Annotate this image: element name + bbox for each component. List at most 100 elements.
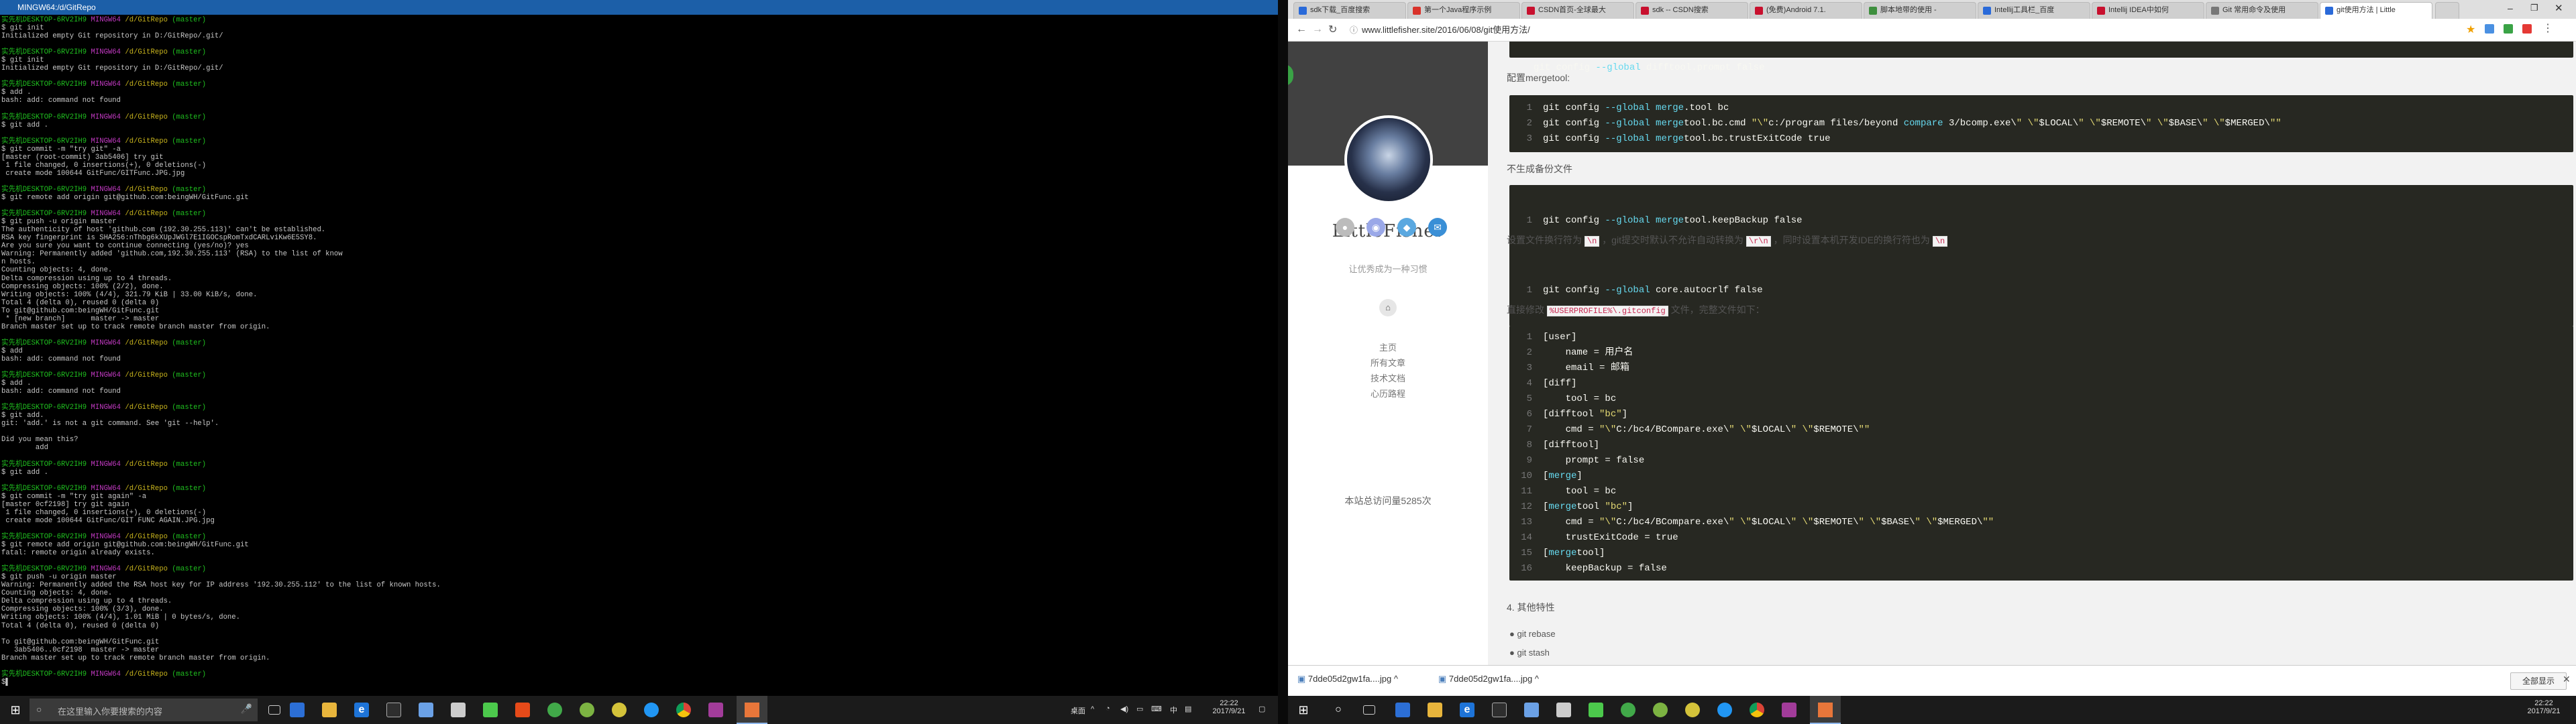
- app-icon-2b[interactable]: [1524, 703, 1539, 717]
- avatar[interactable]: [1344, 115, 1433, 204]
- network-icon[interactable]: ◔: [1106, 705, 1110, 713]
- app-icon-6[interactable]: [580, 703, 594, 717]
- browser-tab[interactable]: sdk下载_百度搜索: [1293, 2, 1406, 19]
- app-tray-icon[interactable]: ▤: [1185, 705, 1191, 713]
- chrome-icon[interactable]: [676, 703, 691, 717]
- edge-icon[interactable]: e: [354, 703, 369, 717]
- app-icon-2[interactable]: [419, 703, 433, 717]
- file-explorer-icon[interactable]: [322, 703, 337, 717]
- sidebar-link[interactable]: 所有文章: [1288, 356, 1488, 369]
- volume-icon[interactable]: ◀): [1120, 705, 1128, 713]
- download-item[interactable]: ▣ 7dde05d2gw1fa....jpg ^: [1297, 674, 1398, 684]
- mail-icon[interactable]: [451, 703, 466, 717]
- browser-tab[interactable]: (免费)Android 7.1.: [1750, 2, 1862, 19]
- git-bash-task[interactable]: [737, 696, 767, 724]
- battery-icon[interactable]: ▭: [1136, 705, 1143, 713]
- browser-tab[interactable]: 脚本地带的使用 -: [1864, 2, 1976, 19]
- app-icon-8b[interactable]: [1717, 703, 1732, 717]
- browser-tab[interactable]: 第一个Java程序示例: [1407, 2, 1520, 19]
- browser-tab[interactable]: git使用方法 | Little: [2320, 2, 2432, 19]
- app-icon-7b[interactable]: [1685, 703, 1700, 717]
- app-icon-1b[interactable]: [1395, 703, 1410, 717]
- close-icon[interactable]: ✕: [2555, 2, 2563, 14]
- forward-icon[interactable]: →: [1312, 23, 1323, 36]
- close-download-bar-icon[interactable]: ✕: [2563, 674, 2571, 685]
- terminal-window[interactable]: MINGW64:/d/GitRepo 实先机DESKTOP-6RV2IH9 MI…: [0, 0, 1278, 696]
- url-field[interactable]: ⓘ www.littlefisher.site/2016/06/08/git使用…: [1346, 21, 2459, 39]
- terminal-title-bar[interactable]: MINGW64:/d/GitRepo: [0, 0, 1278, 15]
- terminal-line: bash: add: command not found: [1, 387, 1276, 396]
- microphone-icon[interactable]: 🎤: [241, 703, 252, 715]
- app-icon-3b[interactable]: [1589, 703, 1603, 717]
- terminal-output[interactable]: 实先机DESKTOP-6RV2IH9 MINGW64 /d/GitRepo (m…: [1, 16, 1276, 695]
- email-icon[interactable]: ✉: [1428, 218, 1447, 237]
- sidebar-link[interactable]: 心历路程: [1288, 387, 1488, 400]
- back-icon[interactable]: ←: [1296, 23, 1307, 36]
- site-name[interactable]: LittleFisher: [1288, 221, 1488, 241]
- code-token: tool = bc: [1543, 394, 1617, 404]
- app-icon-4[interactable]: [515, 703, 530, 717]
- sidebar-link[interactable]: 主页: [1288, 341, 1488, 353]
- download-item[interactable]: ▣ 7dde05d2gw1fa....jpg ^: [1438, 674, 1539, 684]
- app-icon-5b[interactable]: [1621, 703, 1635, 717]
- code-line: 6 [difftool "bc"]: [1509, 407, 2573, 422]
- browser-tab[interactable]: Git 常用命令及使用: [2206, 2, 2318, 19]
- browser-tab[interactable]: Intellij工具栏_百度: [1978, 2, 2090, 19]
- app-icon-6b[interactable]: [1653, 703, 1668, 717]
- terminal-text: (master): [172, 48, 207, 57]
- tray-arrow-icon[interactable]: ^: [1091, 705, 1094, 713]
- maximize-icon[interactable]: ❐: [2530, 3, 2538, 13]
- minimize-icon[interactable]: –: [2508, 3, 2513, 13]
- app-icon-9[interactable]: [708, 703, 723, 717]
- notification-icon[interactable]: ▢: [1258, 705, 1265, 713]
- show-all-downloads-button[interactable]: 全部显示: [2510, 672, 2567, 690]
- menu-icon[interactable]: ⋮: [2542, 21, 2553, 35]
- app-icon-8[interactable]: [644, 703, 659, 717]
- clock-2[interactable]: 22:22 2017/9/21: [2522, 699, 2565, 715]
- ime-indicator[interactable]: 中: [1170, 705, 1177, 715]
- chevron-up-icon[interactable]: ^: [1391, 674, 1398, 684]
- chrome-icon-2[interactable]: [1750, 703, 1764, 717]
- chevron-up-icon[interactable]: ^: [1532, 674, 1539, 684]
- clock[interactable]: 22:22 2017/9/21: [1208, 699, 1250, 715]
- app-icon-1[interactable]: [290, 703, 305, 717]
- browser-tab[interactable]: CSDN首页-全球最大: [1521, 2, 1634, 19]
- file-explorer-icon-2[interactable]: [1428, 703, 1442, 717]
- app-icon-7[interactable]: [612, 703, 627, 717]
- taskbar-search-box[interactable]: ○ 在这里输入你要搜索的内容 🎤: [30, 699, 258, 721]
- cortana-icon[interactable]: ○: [1331, 703, 1346, 717]
- rss-icon[interactable]: ◉: [1366, 218, 1385, 237]
- github-icon[interactable]: ●: [1336, 218, 1354, 237]
- page-info-icon[interactable]: ⓘ: [1350, 21, 1358, 39]
- desktop-label[interactable]: 桌面: [1071, 705, 1085, 716]
- terminal-text: (master): [172, 670, 207, 678]
- app-icon-3[interactable]: [483, 703, 498, 717]
- reload-icon[interactable]: ↻: [1328, 23, 1337, 36]
- store-icon-2[interactable]: [1492, 703, 1507, 717]
- page-viewport[interactable]: LittleFisher 让优秀成为一种习惯 ⌂ 主页 所有文章 技术文档 心历路程 …: [1288, 42, 2576, 665]
- weibo-icon[interactable]: ◆: [1397, 218, 1416, 237]
- task-view-icon[interactable]: [268, 705, 280, 715]
- extension-icon-3[interactable]: [2522, 24, 2532, 34]
- home-icon[interactable]: ⌂: [1379, 299, 1397, 316]
- app-icon-9b[interactable]: [1782, 703, 1796, 717]
- terminal-line: $ git push -u origin master: [1, 218, 1276, 226]
- windows-start-icon[interactable]: ⊞: [8, 703, 23, 717]
- bookmark-star-icon[interactable]: ★: [2466, 23, 2475, 36]
- extension-icon-2[interactable]: [2504, 24, 2513, 34]
- git-bash-task-2[interactable]: [1810, 696, 1841, 724]
- store-icon[interactable]: [386, 703, 401, 717]
- extension-icon[interactable]: [2485, 24, 2494, 34]
- task-view-icon-2[interactable]: [1363, 705, 1375, 715]
- new-tab-button[interactable]: [2435, 2, 2459, 19]
- keyboard-icon[interactable]: ⌨: [1151, 705, 1162, 713]
- mail-icon-2[interactable]: [1556, 703, 1571, 717]
- terminal-line: 实先机DESKTOP-6RV2IH9 MINGW64 /d/GitRepo (m…: [1, 339, 1276, 347]
- windows-start-icon-2[interactable]: ⊞: [1296, 703, 1311, 717]
- edge-icon-2[interactable]: e: [1460, 703, 1474, 717]
- browser-tab[interactable]: sdk -- CSDN搜索: [1635, 2, 1748, 19]
- sidebar-link[interactable]: 技术文档: [1288, 371, 1488, 384]
- app-icon-5[interactable]: [547, 703, 562, 717]
- browser-tab[interactable]: Intellij IDEA中如何: [2092, 2, 2204, 19]
